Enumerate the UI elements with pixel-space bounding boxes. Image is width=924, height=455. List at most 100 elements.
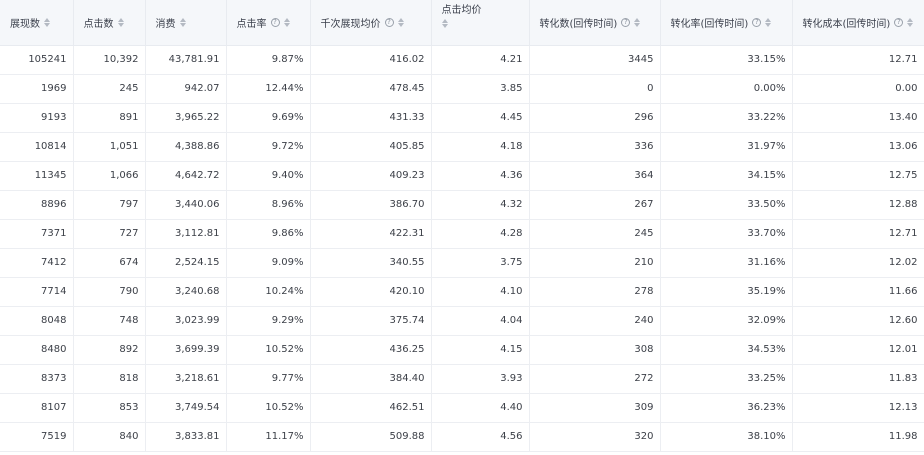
cell-impressions: 8107 (0, 393, 74, 423)
help-circle-icon[interactable]: ? (270, 17, 280, 27)
column-header-cpa[interactable]: 转化成本(回传时间)? (792, 0, 924, 46)
cell-cost: 4,388.86 (145, 132, 227, 162)
cell-cpa: 13.06 (792, 132, 924, 162)
help-circle-icon[interactable]: ? (894, 17, 904, 27)
cell-cost: 3,240.68 (145, 277, 227, 307)
help-circle-icon[interactable]: ? (621, 17, 631, 27)
cell-impressions: 7519 (0, 422, 74, 452)
data-table: 展现数 点击数 消费 点击率? 千次展现均价? 点击均价 转化数(回传时间)? 转化率(回传时… (0, 0, 924, 452)
cell-cpm: 386.70 (310, 190, 432, 220)
table-row: 11345 1,066 4,642.72 9.40% 409.23 4.36 364 34.1… (0, 161, 924, 191)
cell-cvr: 35.19% (660, 277, 793, 307)
cell-ctr: 10.24% (226, 277, 311, 307)
column-label: 转化成本(回传时间) (802, 18, 891, 30)
cell-ctr: 9.77% (226, 364, 311, 394)
cell-clicks: 790 (73, 277, 146, 307)
cell-cpc: 4.28 (431, 219, 530, 249)
cell-cpm: 405.85 (310, 132, 432, 162)
cell-impressions: 8480 (0, 335, 74, 365)
cell-ctr: 12.44% (226, 74, 311, 104)
cell-cvr: 33.22% (660, 103, 793, 133)
cell-cpc: 3.75 (431, 248, 530, 278)
cell-cpa: 13.40 (792, 103, 924, 133)
cell-conversions: 267 (529, 190, 661, 220)
cell-cpm: 462.51 (310, 393, 432, 423)
column-header-clicks[interactable]: 点击数 (73, 0, 146, 46)
cell-cost: 3,699.39 (145, 335, 227, 365)
cell-conversions: 272 (529, 364, 661, 394)
cell-clicks: 245 (73, 74, 146, 104)
sort-icon[interactable] (907, 17, 915, 28)
column-header-impressions[interactable]: 展现数 (0, 0, 74, 46)
cell-impressions: 8373 (0, 364, 74, 394)
cell-impressions: 8048 (0, 306, 74, 336)
cell-ctr: 9.29% (226, 306, 311, 336)
table-row: 7412 674 2,524.15 9.09% 340.55 3.75 210 31.16% 1… (0, 248, 924, 278)
cell-conversions: 320 (529, 422, 661, 452)
help-circle-icon[interactable]: ? (752, 17, 762, 27)
sort-icon[interactable] (634, 17, 642, 28)
table-row: 8048 748 3,023.99 9.29% 375.74 4.04 240 32.09% 1… (0, 306, 924, 336)
table-row: 8896 797 3,440.06 8.96% 386.70 4.32 267 33.50% 1… (0, 190, 924, 220)
column-header-cpm[interactable]: 千次展现均价? (310, 0, 432, 46)
cell-cpc: 4.56 (431, 422, 530, 452)
sort-icon[interactable] (397, 17, 406, 28)
cell-cpm: 409.23 (310, 161, 432, 191)
cell-cvr: 33.70% (660, 219, 793, 249)
cell-cpm: 422.31 (310, 219, 432, 249)
cell-ctr: 9.72% (226, 132, 311, 162)
table-row: 105241 10,392 43,781.91 9.87% 416.02 4.21 3445… (0, 45, 924, 75)
cell-clicks: 748 (73, 306, 146, 336)
cell-cpc: 4.10 (431, 277, 530, 307)
cell-cvr: 38.10% (660, 422, 793, 452)
cell-cost: 3,833.81 (145, 422, 227, 452)
cell-cpm: 416.02 (310, 45, 432, 75)
cell-ctr: 9.69% (226, 103, 311, 133)
column-label: 展现数 (10, 18, 40, 30)
column-header-cost[interactable]: 消费 (145, 0, 227, 46)
table-row: 7714 790 3,240.68 10.24% 420.10 4.10 278 35.19%… (0, 277, 924, 307)
table-row: 9193 891 3,965.22 9.69% 431.33 4.45 296 33.22% 1… (0, 103, 924, 133)
cell-cpa: 0.00 (792, 74, 924, 104)
cell-impressions: 1969 (0, 74, 74, 104)
cell-cost: 2,524.15 (145, 248, 227, 278)
cell-cpa: 11.98 (792, 422, 924, 452)
cell-conversions: 245 (529, 219, 661, 249)
cell-ctr: 9.86% (226, 219, 311, 249)
cell-cpa: 12.71 (792, 219, 924, 249)
cell-cvr: 33.25% (660, 364, 793, 394)
cell-cost: 4,642.72 (145, 161, 227, 191)
column-label: 转化率(回传时间) (670, 18, 749, 30)
column-label: 点击均价 (441, 5, 482, 17)
table-row: 7519 840 3,833.81 11.17% 509.88 4.56 320 38.10%… (0, 422, 924, 452)
sort-icon[interactable] (44, 17, 52, 28)
sort-icon[interactable] (283, 17, 292, 28)
cell-cvr: 33.50% (660, 190, 793, 220)
cell-cost: 43,781.91 (145, 45, 227, 75)
cell-cost: 3,749.54 (145, 393, 227, 423)
cell-cvr: 32.09% (660, 306, 793, 336)
column-header-cvr[interactable]: 转化率(回传时间)? (660, 0, 793, 46)
table-body: 105241 10,392 43,781.91 9.87% 416.02 4.21 3445… (0, 45, 924, 452)
cell-conversions: 308 (529, 335, 661, 365)
cell-clicks: 853 (73, 393, 146, 423)
cell-conversions: 210 (529, 248, 661, 278)
cell-cost: 3,112.81 (145, 219, 227, 249)
sort-icon[interactable] (179, 17, 188, 28)
help-circle-icon[interactable]: ? (384, 17, 394, 27)
cell-cpm: 436.25 (310, 335, 432, 365)
column-header-ctr[interactable]: 点击率? (226, 0, 311, 46)
column-header-cpc[interactable]: 点击均价 (431, 0, 530, 46)
sort-icon[interactable] (765, 17, 773, 28)
cell-cpa: 12.02 (792, 248, 924, 278)
cell-impressions: 8896 (0, 190, 74, 220)
sort-icon[interactable] (117, 17, 126, 28)
cell-conversions: 296 (529, 103, 661, 133)
column-label: 消费 (155, 18, 176, 30)
cell-cpc: 4.21 (431, 45, 530, 75)
sort-icon[interactable] (441, 18, 450, 29)
cell-cpm: 420.10 (310, 277, 432, 307)
column-header-conversions[interactable]: 转化数(回传时间)? (529, 0, 661, 46)
cell-cost: 942.07 (145, 74, 227, 104)
cell-impressions: 7412 (0, 248, 74, 278)
